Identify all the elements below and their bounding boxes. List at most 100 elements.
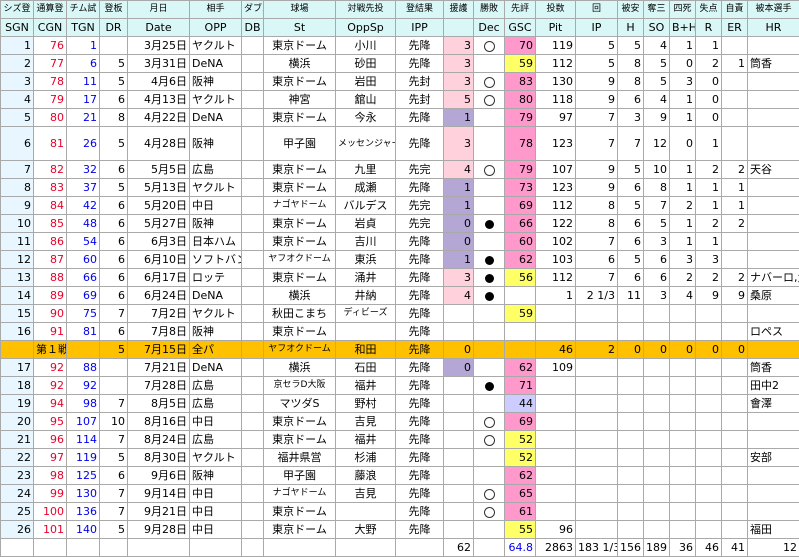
table-row: 13886666月17日ロッテ東京ドーム涌井先降356112766222ナバーロ… [1,269,799,287]
date-cell: 4月22日 [128,109,190,127]
earned-runs-cell [722,377,748,395]
strikeouts-cell: 4 [644,37,670,55]
cgn-cell: 92 [34,377,67,395]
header-jp-cell: 対戦先投 [336,1,396,19]
header-jp-cell: シズ登 [1,1,34,19]
runs-cell [696,395,722,413]
strikeouts-cell: 4 [644,91,670,109]
win-circle-icon [484,77,495,88]
opp-cell: 中日 [190,413,242,431]
earned-runs-cell [722,395,748,413]
decision-cell [474,521,505,539]
header-row-en: SGNCGNTGNDRDateOPPDBStOppSpIPPDecGSCPitI… [1,19,799,37]
opp-cell: 中日 [190,197,242,215]
sgn-cell: 23 [1,467,34,485]
pitches-cell: 123 [536,127,576,161]
hits-cell: 6 [618,269,644,287]
table-row: 第１戦57月15日全パヤフオクドーム和田先降046200000 [1,341,799,359]
hits-cell: 8 [618,55,644,73]
date-cell: 5月5日 [128,161,190,179]
table-row: 1892927月28日広島京セラD大阪福井先降71田中2 [1,377,799,395]
earned-runs-cell: 2 [722,161,748,179]
date-cell: 9月28日 [128,521,190,539]
db-cell [242,233,264,251]
hits-cell [618,503,644,521]
db-cell [242,161,264,179]
header-jp-cell: 被本選手 [748,1,799,19]
table-row: 5802184月22日DeNA東京ドーム今永先降1799773910 [1,109,799,127]
opp-starter-cell: 吉川 [336,233,396,251]
tgn-cell: 136 [67,503,100,521]
gsc-cell: 62 [505,467,536,485]
innings-cell: 7 [576,109,618,127]
sgn-cell: 19 [1,395,34,413]
win-circle-icon [484,95,495,106]
hits-cell: 5 [618,161,644,179]
sgn-cell: 1 [1,37,34,55]
walks-cell: 1 [670,37,696,55]
cgn-cell: 88 [34,269,67,287]
hits-cell: 0 [618,341,644,359]
opp-starter-cell: 吉見 [336,413,396,431]
cgn-cell: 85 [34,215,67,233]
db-cell [242,215,264,233]
header-en-cell: CGN [34,19,67,37]
dr-cell: 7 [100,395,128,413]
sgn-cell: 3 [1,73,34,91]
stadium-cell: 東京ドーム [264,37,336,55]
opp-cell: DeNA [190,109,242,127]
stadium-cell: 東京ドーム [264,431,336,449]
runs-cell [696,413,722,431]
walks-cell: 3 [670,73,696,91]
support-cell: 3 [444,55,474,73]
total-hr-cell: 12 [748,539,799,557]
cgn-cell: 99 [34,485,67,503]
total-so-cell: 189 [644,539,670,557]
totals-empty-cell [67,539,100,557]
strikeouts-cell [644,431,670,449]
date-cell: 8月24日 [128,431,190,449]
support-cell [444,503,474,521]
stadium-cell: 東京ドーム [264,269,336,287]
opp-cell: ソフトバンク [190,251,242,269]
opp-starter-cell: 砂田 [336,55,396,73]
date-cell: 5月27日 [128,215,190,233]
sgn-cell: 11 [1,233,34,251]
innings-cell: 9 [576,73,618,91]
dr-cell: 6 [100,287,128,305]
result-cell: 先降 [396,341,444,359]
stadium-cell: 東京ドーム [264,215,336,233]
db-cell [242,37,264,55]
walks-cell [670,503,696,521]
db-cell [242,305,264,323]
tgn-cell: 42 [67,197,100,215]
innings-cell [576,503,618,521]
decision-cell [474,91,505,109]
opp-cell: 中日 [190,485,242,503]
support-cell [444,323,474,341]
pitches-cell: 97 [536,109,576,127]
tgn-cell: 119 [67,449,100,467]
pitches-cell: 123 [536,179,576,197]
result-cell: 先降 [396,521,444,539]
header-jp-cell: 球場 [264,1,336,19]
strikeouts-cell: 9 [644,109,670,127]
date-cell: 6月10日 [128,251,190,269]
table-row: 16918167月8日阪神東京ドーム先降ロペス [1,323,799,341]
decision-cell [474,37,505,55]
innings-cell: 5 [576,55,618,73]
dr-cell: 10 [100,413,128,431]
header-en-cell: SO [644,19,670,37]
pitches-cell: 112 [536,55,576,73]
db-cell [242,55,264,73]
db-cell [242,359,264,377]
stadium-cell: 横浜 [264,55,336,73]
db-cell [242,179,264,197]
pitches-cell: 96 [536,521,576,539]
homerun-cell [748,503,799,521]
totals-empty-cell [128,539,190,557]
date-cell: 6月17日 [128,269,190,287]
support-cell: 5 [444,91,474,109]
db-cell [242,395,264,413]
cgn-cell: 94 [34,395,67,413]
